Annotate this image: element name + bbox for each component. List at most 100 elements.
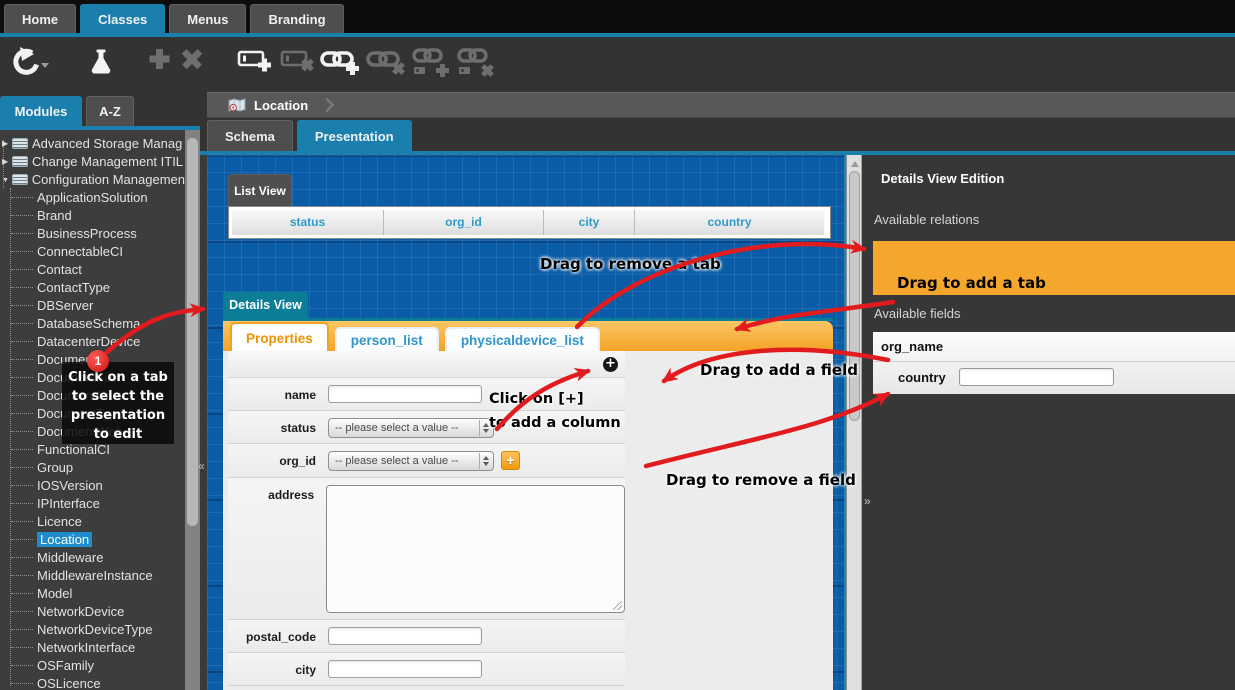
details-view-tab[interactable]: Details View — [223, 292, 308, 318]
available-field-input[interactable] — [959, 368, 1114, 386]
tree-item[interactable]: IOSVersion — [0, 476, 185, 494]
tree-item[interactable]: DatacenterDevice — [0, 332, 185, 350]
tree-item[interactable]: MiddlewareInstance — [0, 566, 185, 584]
breadcrumb-item[interactable]: Location — [254, 98, 308, 113]
list-column-header[interactable]: org_id — [384, 210, 544, 235]
canvas-scrollbar-thumb[interactable] — [849, 171, 860, 421]
available-field-row[interactable]: country — [873, 362, 1235, 392]
scroll-up-icon[interactable] — [851, 161, 859, 167]
add-org-button[interactable] — [501, 451, 520, 470]
top-nav-tab[interactable]: Classes — [80, 4, 165, 33]
list-column-header[interactable]: country — [635, 210, 824, 235]
available-field-row[interactable]: org_name — [873, 332, 1235, 362]
form-column-header — [228, 351, 625, 378]
field-label: postal_code — [228, 627, 316, 644]
tree-item[interactable]: OSLicence — [0, 674, 185, 690]
tree-item-label: NetworkDevice — [37, 604, 124, 619]
left-splitter[interactable] — [200, 155, 207, 690]
tree-item-label: NetworkInterface — [37, 640, 135, 655]
top-nav-tab[interactable]: Branding — [250, 4, 343, 33]
delete-field-button[interactable] — [280, 47, 316, 75]
tree-item[interactable]: DBServer — [0, 296, 185, 314]
collapse-right-icon[interactable]: » — [864, 494, 871, 508]
view-tab[interactable]: Schema — [207, 120, 293, 151]
form-field-row[interactable]: org_id -- please select a value -- — [228, 444, 625, 478]
toolbar — [0, 37, 1235, 92]
tree-item-label: Model — [37, 586, 72, 601]
resize-grip-icon[interactable] — [613, 601, 622, 610]
collapse-left-icon[interactable]: « — [198, 459, 205, 473]
annotation-drag-add-tab: Drag to add a tab — [897, 274, 1046, 292]
list-column-header[interactable]: status — [232, 210, 384, 235]
breadcrumb: Location — [207, 92, 1235, 118]
module-stack-icon — [12, 138, 28, 149]
field-text-input[interactable] — [328, 660, 482, 678]
tree-item[interactable]: Configuration Managemen — [0, 170, 185, 188]
details-tab[interactable]: person_list — [335, 327, 439, 351]
select-spinner-icon[interactable] — [479, 453, 492, 469]
tree-item[interactable]: OSFamily — [0, 656, 185, 674]
module-stack-icon — [12, 174, 28, 185]
delete-link-button[interactable] — [366, 47, 406, 77]
list-view-tab[interactable]: List View — [228, 174, 292, 206]
sidebar-scrollbar-thumb[interactable] — [187, 138, 198, 526]
sidebar-tab[interactable]: Modules — [0, 96, 82, 126]
tree-item[interactable]: DatabaseSchema — [0, 314, 185, 332]
tree-item[interactable]: ConnectableCI — [0, 242, 185, 260]
add-linkedset-button[interactable] — [410, 47, 450, 79]
canvas-scrollbar[interactable] — [846, 155, 862, 690]
tree-item-label: Change Management ITIL — [32, 154, 183, 169]
list-column-header[interactable]: city — [544, 210, 635, 235]
details-tab[interactable]: physicaldevice_list — [445, 327, 600, 351]
add-button[interactable] — [147, 47, 171, 71]
form-field-row[interactable]: postal_code — [228, 620, 625, 653]
tree-item[interactable]: Model — [0, 584, 185, 602]
tree-item[interactable]: IPInterface — [0, 494, 185, 512]
tree-expander-icon[interactable] — [2, 157, 12, 166]
add-field-button[interactable] — [237, 47, 273, 75]
tree-item[interactable]: Licence — [0, 512, 185, 530]
tree-item-label: BusinessProcess — [37, 226, 137, 241]
field-select[interactable]: -- please select a value -- — [328, 451, 494, 471]
view-tab[interactable]: Presentation — [297, 120, 412, 151]
tree-item[interactable]: NetworkDeviceType — [0, 620, 185, 638]
test-flask-icon[interactable] — [87, 47, 115, 77]
tree-item[interactable]: Middleware — [0, 548, 185, 566]
tree-item[interactable]: Location — [0, 530, 185, 548]
field-text-input[interactable] — [328, 627, 482, 645]
undo-dropdown-caret-icon[interactable] — [41, 63, 49, 68]
form-field-row[interactable]: address — [228, 478, 625, 620]
tree-item[interactable]: Advanced Storage Manag — [0, 134, 185, 152]
fields-heading: Available fields — [874, 306, 960, 321]
field-textarea[interactable] — [326, 485, 625, 613]
undo-button[interactable] — [8, 47, 40, 77]
tree-expander-icon[interactable] — [2, 175, 12, 184]
form-field-row[interactable]: city — [228, 653, 625, 686]
tree-expander-icon[interactable] — [2, 139, 12, 148]
delete-button[interactable] — [180, 47, 204, 71]
delete-linkedset-button[interactable] — [455, 47, 495, 79]
drop-zone-add-tab[interactable]: Drag to add a tab — [873, 241, 1235, 295]
sidebar-scrollbar[interactable] — [185, 130, 200, 690]
tree-item[interactable]: BusinessProcess — [0, 224, 185, 242]
top-nav-tab[interactable]: Menus — [169, 4, 246, 33]
details-tab[interactable]: Properties — [230, 322, 329, 351]
details-tab-bar[interactable]: Propertiesperson_listphysicaldevice_list — [223, 321, 833, 351]
tree-item[interactable]: NetworkDevice — [0, 602, 185, 620]
tree-item[interactable]: Brand — [0, 206, 185, 224]
field-text-input[interactable] — [328, 385, 482, 403]
add-column-icon[interactable] — [603, 357, 618, 372]
select-placeholder: -- please select a value -- — [335, 422, 459, 434]
field-select[interactable]: -- please select a value -- — [328, 418, 494, 438]
tree-item[interactable]: NetworkInterface — [0, 638, 185, 656]
tree-item[interactable]: Contact — [0, 260, 185, 278]
top-nav-tab[interactable]: Home — [4, 4, 76, 33]
tree-item[interactable]: Group — [0, 458, 185, 476]
add-link-button[interactable] — [320, 47, 360, 77]
available-fields-list: org_name country — [873, 332, 1235, 394]
sidebar-tab[interactable]: A-Z — [86, 96, 134, 126]
tree-item[interactable]: ContactType — [0, 278, 185, 296]
tree-item[interactable]: Change Management ITIL — [0, 152, 185, 170]
tree-item-label: OSLicence — [37, 676, 101, 690]
tree-item[interactable]: ApplicationSolution — [0, 188, 185, 206]
